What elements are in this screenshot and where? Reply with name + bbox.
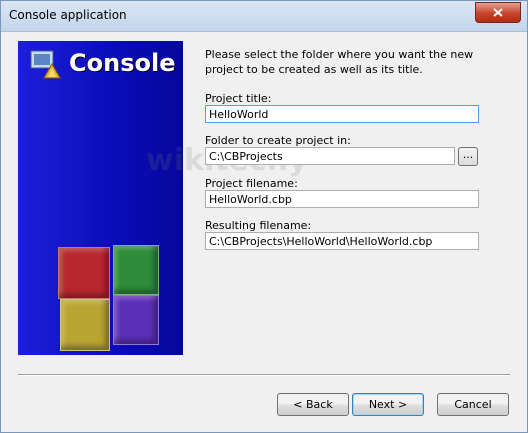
console-app-icon bbox=[30, 50, 61, 79]
project-title-input[interactable]: HelloWorld bbox=[205, 105, 479, 123]
cube-purple bbox=[113, 295, 159, 345]
button-separator bbox=[18, 374, 510, 376]
resulting-filename-field[interactable]: C:\CBProjects\HelloWorld\HelloWorld.cbp bbox=[205, 232, 479, 250]
console-application-window: Console application Console Please selec… bbox=[0, 0, 528, 433]
folder-input[interactable]: C:\CBProjects bbox=[205, 147, 455, 165]
cube-yellow bbox=[60, 299, 110, 351]
banner-title: Console bbox=[69, 49, 176, 77]
next-button[interactable]: Next > bbox=[352, 393, 424, 416]
cancel-button[interactable]: Cancel bbox=[437, 393, 509, 416]
close-button[interactable] bbox=[475, 2, 521, 23]
folder-label: Folder to create project in: bbox=[205, 134, 351, 147]
resulting-filename-label: Resulting filename: bbox=[205, 219, 312, 232]
wizard-banner: Console bbox=[18, 41, 183, 355]
window-title: Console application bbox=[9, 8, 127, 22]
browse-folder-button[interactable]: ... bbox=[458, 147, 478, 166]
cube-red bbox=[58, 247, 110, 299]
back-button[interactable]: < Back bbox=[277, 393, 349, 416]
project-filename-input[interactable]: HelloWorld.cbp bbox=[205, 190, 479, 208]
title-bar[interactable]: Console application bbox=[1, 1, 527, 32]
project-filename-label: Project filename: bbox=[205, 177, 298, 190]
close-icon bbox=[493, 8, 503, 17]
cube-green bbox=[113, 245, 159, 295]
project-title-label: Project title: bbox=[205, 92, 272, 105]
wizard-instructions: Please select the folder where you want … bbox=[205, 48, 474, 76]
